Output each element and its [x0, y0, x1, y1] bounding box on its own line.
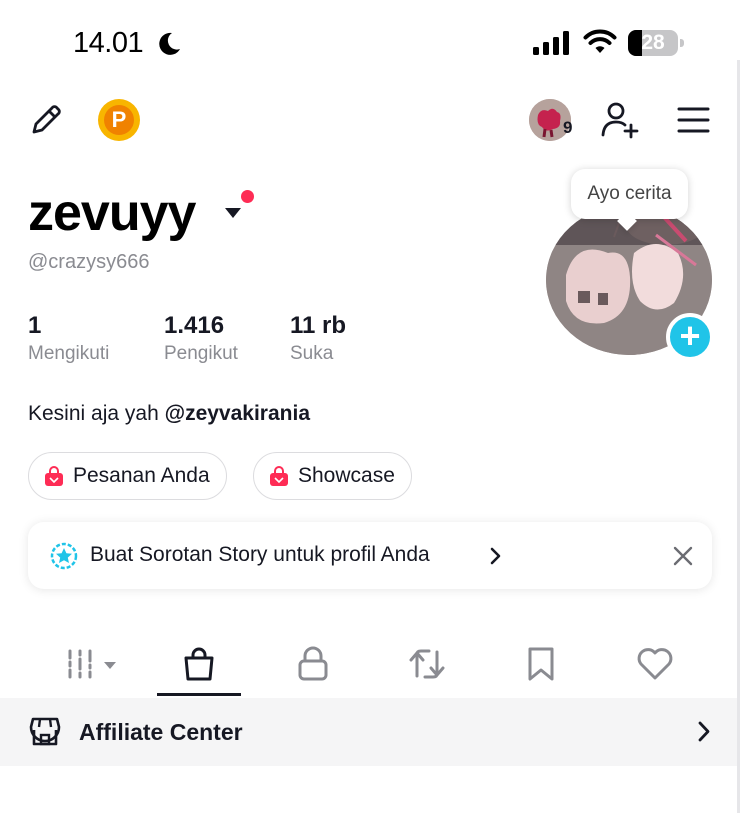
bio-mention-link[interactable]: @zeyvakirania [165, 402, 310, 425]
status-time: 14.01 [73, 27, 144, 59]
tab-liked[interactable] [615, 630, 695, 698]
active-tab-indicator [157, 693, 241, 696]
tab-favorites[interactable] [501, 630, 581, 698]
bio-text: Kesini aja yah [28, 402, 165, 425]
affiliate-center-label: Affiliate Center [79, 719, 243, 745]
repost-icon [409, 649, 445, 679]
moon-icon [159, 32, 180, 55]
tab-private[interactable] [273, 630, 353, 698]
tab-videos[interactable] [46, 630, 126, 698]
shopping-bag-icon [184, 647, 214, 681]
wifi-icon [583, 29, 617, 53]
orders-label: Pesanan Anda [73, 464, 210, 487]
stat-value: 1 [28, 312, 42, 339]
add-user-icon[interactable] [600, 101, 640, 139]
story-prompt-bubble[interactable]: Ayo cerita [571, 169, 688, 219]
story-highlight-banner[interactable]: Buat Sorotan Story untuk profil Anda [28, 522, 712, 589]
banner-text: Buat Sorotan Story untuk profil Anda [90, 543, 430, 566]
showcase-button[interactable]: Showcase [253, 452, 412, 500]
heart-icon [637, 648, 673, 680]
shopping-bag-icon [45, 466, 63, 486]
tab-reposts[interactable] [387, 630, 467, 698]
close-icon[interactable] [673, 546, 693, 566]
stat-value: 1.416 [164, 312, 225, 339]
grid-filter-icon [68, 649, 116, 679]
orders-button[interactable]: Pesanan Anda [28, 452, 227, 500]
pencil-icon[interactable] [28, 102, 64, 138]
account-switch-caret-icon[interactable] [224, 207, 242, 219]
showcase-label: Showcase [298, 464, 395, 487]
tab-shop[interactable] [159, 630, 239, 698]
notification-dot [241, 190, 254, 203]
avatar-count: 9 [563, 118, 573, 137]
bio: Kesini aja yah @zeyvakirania [28, 402, 310, 426]
lock-icon [298, 646, 328, 681]
chevron-right-icon [490, 547, 501, 565]
battery-level: 28 [641, 31, 665, 54]
add-story-plus-icon[interactable]: + [666, 313, 714, 361]
username[interactable]: zevuyy [28, 183, 196, 243]
battery-icon: 28 [628, 30, 684, 56]
stat-likes[interactable]: 11 rb Suka [290, 312, 346, 365]
coin-letter: P [104, 105, 134, 135]
coin-icon[interactable]: P [98, 99, 140, 141]
stat-label: Pengikut [164, 343, 238, 364]
affiliate-center-row[interactable]: Affiliate Center [0, 698, 740, 766]
stat-following[interactable]: 1 Mengikuti [28, 312, 109, 365]
handle: @crazysy666 [28, 251, 150, 273]
star-badge-icon [50, 542, 78, 570]
chevron-right-icon [698, 721, 710, 742]
bookmark-icon [528, 647, 554, 681]
storefront-icon [29, 717, 61, 746]
shopping-bag-icon [270, 466, 288, 486]
stat-followers[interactable]: 1.416 Pengikut [164, 312, 238, 365]
stat-value: 11 rb [290, 312, 347, 339]
menu-icon[interactable] [677, 106, 710, 134]
stat-label: Suka [290, 343, 334, 364]
profile-tabs [0, 630, 740, 698]
cellular-signal-icon [533, 31, 569, 55]
stat-label: Mengikuti [28, 343, 110, 364]
